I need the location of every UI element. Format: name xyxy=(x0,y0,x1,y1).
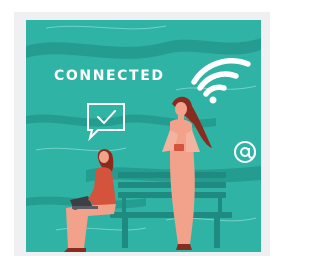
connected-illustration xyxy=(26,20,261,252)
illustration-canvas xyxy=(26,20,261,252)
connected-heading: CONNECTED xyxy=(54,68,165,84)
